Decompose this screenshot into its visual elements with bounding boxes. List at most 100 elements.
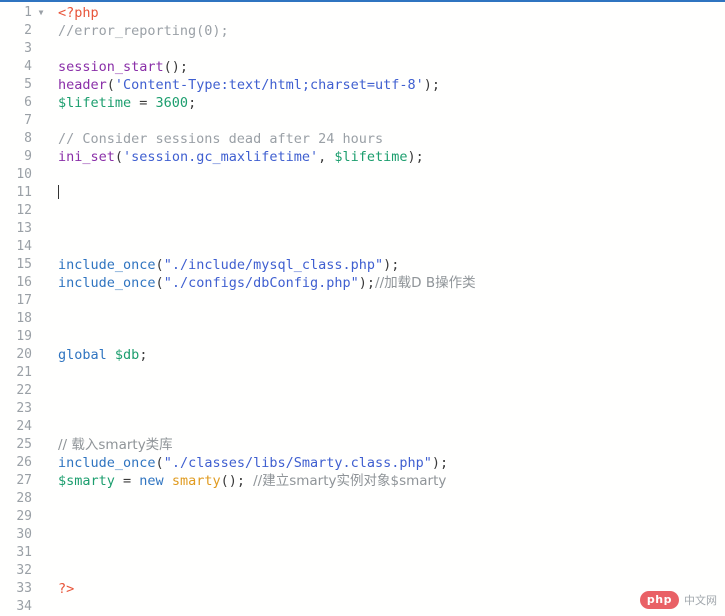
code-line-content[interactable]: header('Content-Type:text/html;charset=u… xyxy=(48,76,725,94)
code-line[interactable]: 15 include_once("./include/mysql_class.ph… xyxy=(0,256,725,274)
code-line[interactable]: 14 xyxy=(0,238,725,256)
code-line-content[interactable] xyxy=(48,508,725,526)
fold-gutter-slot xyxy=(34,454,48,472)
fold-gutter-slot xyxy=(34,310,48,328)
fold-gutter-slot xyxy=(34,328,48,346)
code-line[interactable]: 7 xyxy=(0,112,725,130)
code-line[interactable]: 8 // Consider sessions dead after 24 hour… xyxy=(0,130,725,148)
code-line-content[interactable] xyxy=(48,562,725,580)
code-line[interactable]: 21 xyxy=(0,364,725,382)
code-line[interactable]: 27 $smarty = new smarty(); //建立smarty实例对象… xyxy=(0,472,725,490)
code-line[interactable]: 5 header('Content-Type:text/html;charset=… xyxy=(0,76,725,94)
code-line-content[interactable]: //error_reporting(0); xyxy=(48,22,725,40)
code-line-content[interactable]: global $db; xyxy=(48,346,725,364)
code-line-content[interactable] xyxy=(48,40,725,58)
code-line[interactable]: 1 ▼ <?php xyxy=(0,4,725,22)
code-line[interactable]: 32 xyxy=(0,562,725,580)
code-line[interactable]: 28 xyxy=(0,490,725,508)
code-line-content[interactable]: ?> xyxy=(48,580,725,598)
code-line[interactable]: 25 // 载入smarty类库 xyxy=(0,436,725,454)
code-line-content[interactable] xyxy=(48,112,725,130)
code-line-content[interactable]: $lifetime = 3600; xyxy=(48,94,725,112)
code-line[interactable]: 24 xyxy=(0,418,725,436)
code-line[interactable]: 2 //error_reporting(0); xyxy=(0,22,725,40)
code-token: ( xyxy=(106,77,115,93)
code-token: //建立smarty实例对象$smarty xyxy=(253,473,447,489)
code-line[interactable]: 23 xyxy=(0,400,725,418)
fold-gutter-slot xyxy=(34,130,48,148)
code-line[interactable]: 26 include_once("./classes/libs/Smarty.cl… xyxy=(0,454,725,472)
code-line[interactable]: 16 include_once("./configs/dbConfig.php")… xyxy=(0,274,725,292)
code-line[interactable]: 3 xyxy=(0,40,725,58)
fold-arrow-icon[interactable]: ▼ xyxy=(34,4,48,22)
code-line[interactable]: 20 global $db; xyxy=(0,346,725,364)
code-line-content[interactable] xyxy=(48,544,725,562)
line-number: 9 xyxy=(24,149,32,164)
code-line-content[interactable]: <?php xyxy=(48,4,725,22)
code-line-content[interactable] xyxy=(48,328,725,346)
code-line-content[interactable] xyxy=(48,490,725,508)
code-editor-pane[interactable]: 1 ▼ <?php 2//error_reporting(0); 3 4 session_s… xyxy=(0,0,725,614)
code-line[interactable]: 9 ini_set('session.gc_maxlifetime', $life… xyxy=(0,148,725,166)
fold-gutter-slot xyxy=(34,544,48,562)
code-line[interactable]: 11 xyxy=(0,184,725,202)
line-number: 22 xyxy=(16,383,32,398)
code-line-content[interactable] xyxy=(48,202,725,220)
code-token: ); xyxy=(431,455,449,471)
code-token: include_once xyxy=(58,275,156,291)
text-cursor xyxy=(58,185,59,199)
fold-gutter-slot xyxy=(34,184,48,202)
code-line[interactable]: 34 xyxy=(0,598,725,616)
code-token: <?php xyxy=(58,5,99,21)
code-line[interactable]: 12 xyxy=(0,202,725,220)
fold-gutter-slot xyxy=(34,166,48,184)
code-line[interactable]: 18 xyxy=(0,310,725,328)
code-line-content[interactable]: $smarty = new smarty(); //建立smarty实例对象$s… xyxy=(48,472,725,490)
code-line-content[interactable] xyxy=(48,238,725,256)
fold-gutter-slot xyxy=(34,490,48,508)
line-number: 23 xyxy=(16,401,32,416)
code-line-content[interactable] xyxy=(48,166,725,184)
code-line-content[interactable] xyxy=(48,598,725,616)
code-line[interactable]: 17 xyxy=(0,292,725,310)
code-line-content[interactable] xyxy=(48,526,725,544)
line-number: 21 xyxy=(16,365,32,380)
code-line[interactable]: 10 xyxy=(0,166,725,184)
code-line-content[interactable] xyxy=(48,364,725,382)
code-line-content[interactable]: session_start(); xyxy=(48,58,725,76)
code-line[interactable]: 13 xyxy=(0,220,725,238)
code-line[interactable]: 22 xyxy=(0,382,725,400)
code-line[interactable]: 33 ?> xyxy=(0,580,725,598)
code-line[interactable]: 29 xyxy=(0,508,725,526)
code-token: $db xyxy=(114,347,140,363)
code-line-content[interactable] xyxy=(48,292,725,310)
fold-gutter-slot xyxy=(34,58,48,76)
code-token: ( xyxy=(114,149,124,165)
line-number: 19 xyxy=(16,329,32,344)
code-line-content[interactable]: include_once("./configs/dbConfig.php");/… xyxy=(48,274,725,292)
code-line-content[interactable] xyxy=(48,418,725,436)
code-line-content[interactable] xyxy=(48,184,725,202)
code-lines-container[interactable]: 1 ▼ <?php 2//error_reporting(0); 3 4 session_s… xyxy=(0,2,725,616)
fold-gutter-slot xyxy=(34,112,48,130)
line-number: 5 xyxy=(24,77,32,92)
code-line[interactable]: 4 session_start(); xyxy=(0,58,725,76)
fold-gutter-slot xyxy=(34,76,48,94)
code-line-content[interactable] xyxy=(48,382,725,400)
code-line[interactable]: 6 $lifetime = 3600; xyxy=(0,94,725,112)
code-line[interactable]: 31 xyxy=(0,544,725,562)
code-line[interactable]: 19 xyxy=(0,328,725,346)
code-line-content[interactable]: include_once("./include/mysql_class.php"… xyxy=(48,256,725,274)
code-line-content[interactable] xyxy=(48,400,725,418)
line-number: 27 xyxy=(16,473,32,488)
code-line-content[interactable]: include_once("./classes/libs/Smarty.clas… xyxy=(48,454,725,472)
code-line-content[interactable]: // Consider sessions dead after 24 hours xyxy=(48,130,725,148)
code-line-content[interactable] xyxy=(48,220,725,238)
code-line-content[interactable]: // 载入smarty类库 xyxy=(48,436,725,454)
code-line-content[interactable] xyxy=(48,310,725,328)
code-line-content[interactable]: ini_set('session.gc_maxlifetime', $lifet… xyxy=(48,148,725,166)
line-number: 14 xyxy=(16,239,32,254)
watermark-site-text: 中文网 xyxy=(684,593,717,607)
code-line[interactable]: 30 xyxy=(0,526,725,544)
